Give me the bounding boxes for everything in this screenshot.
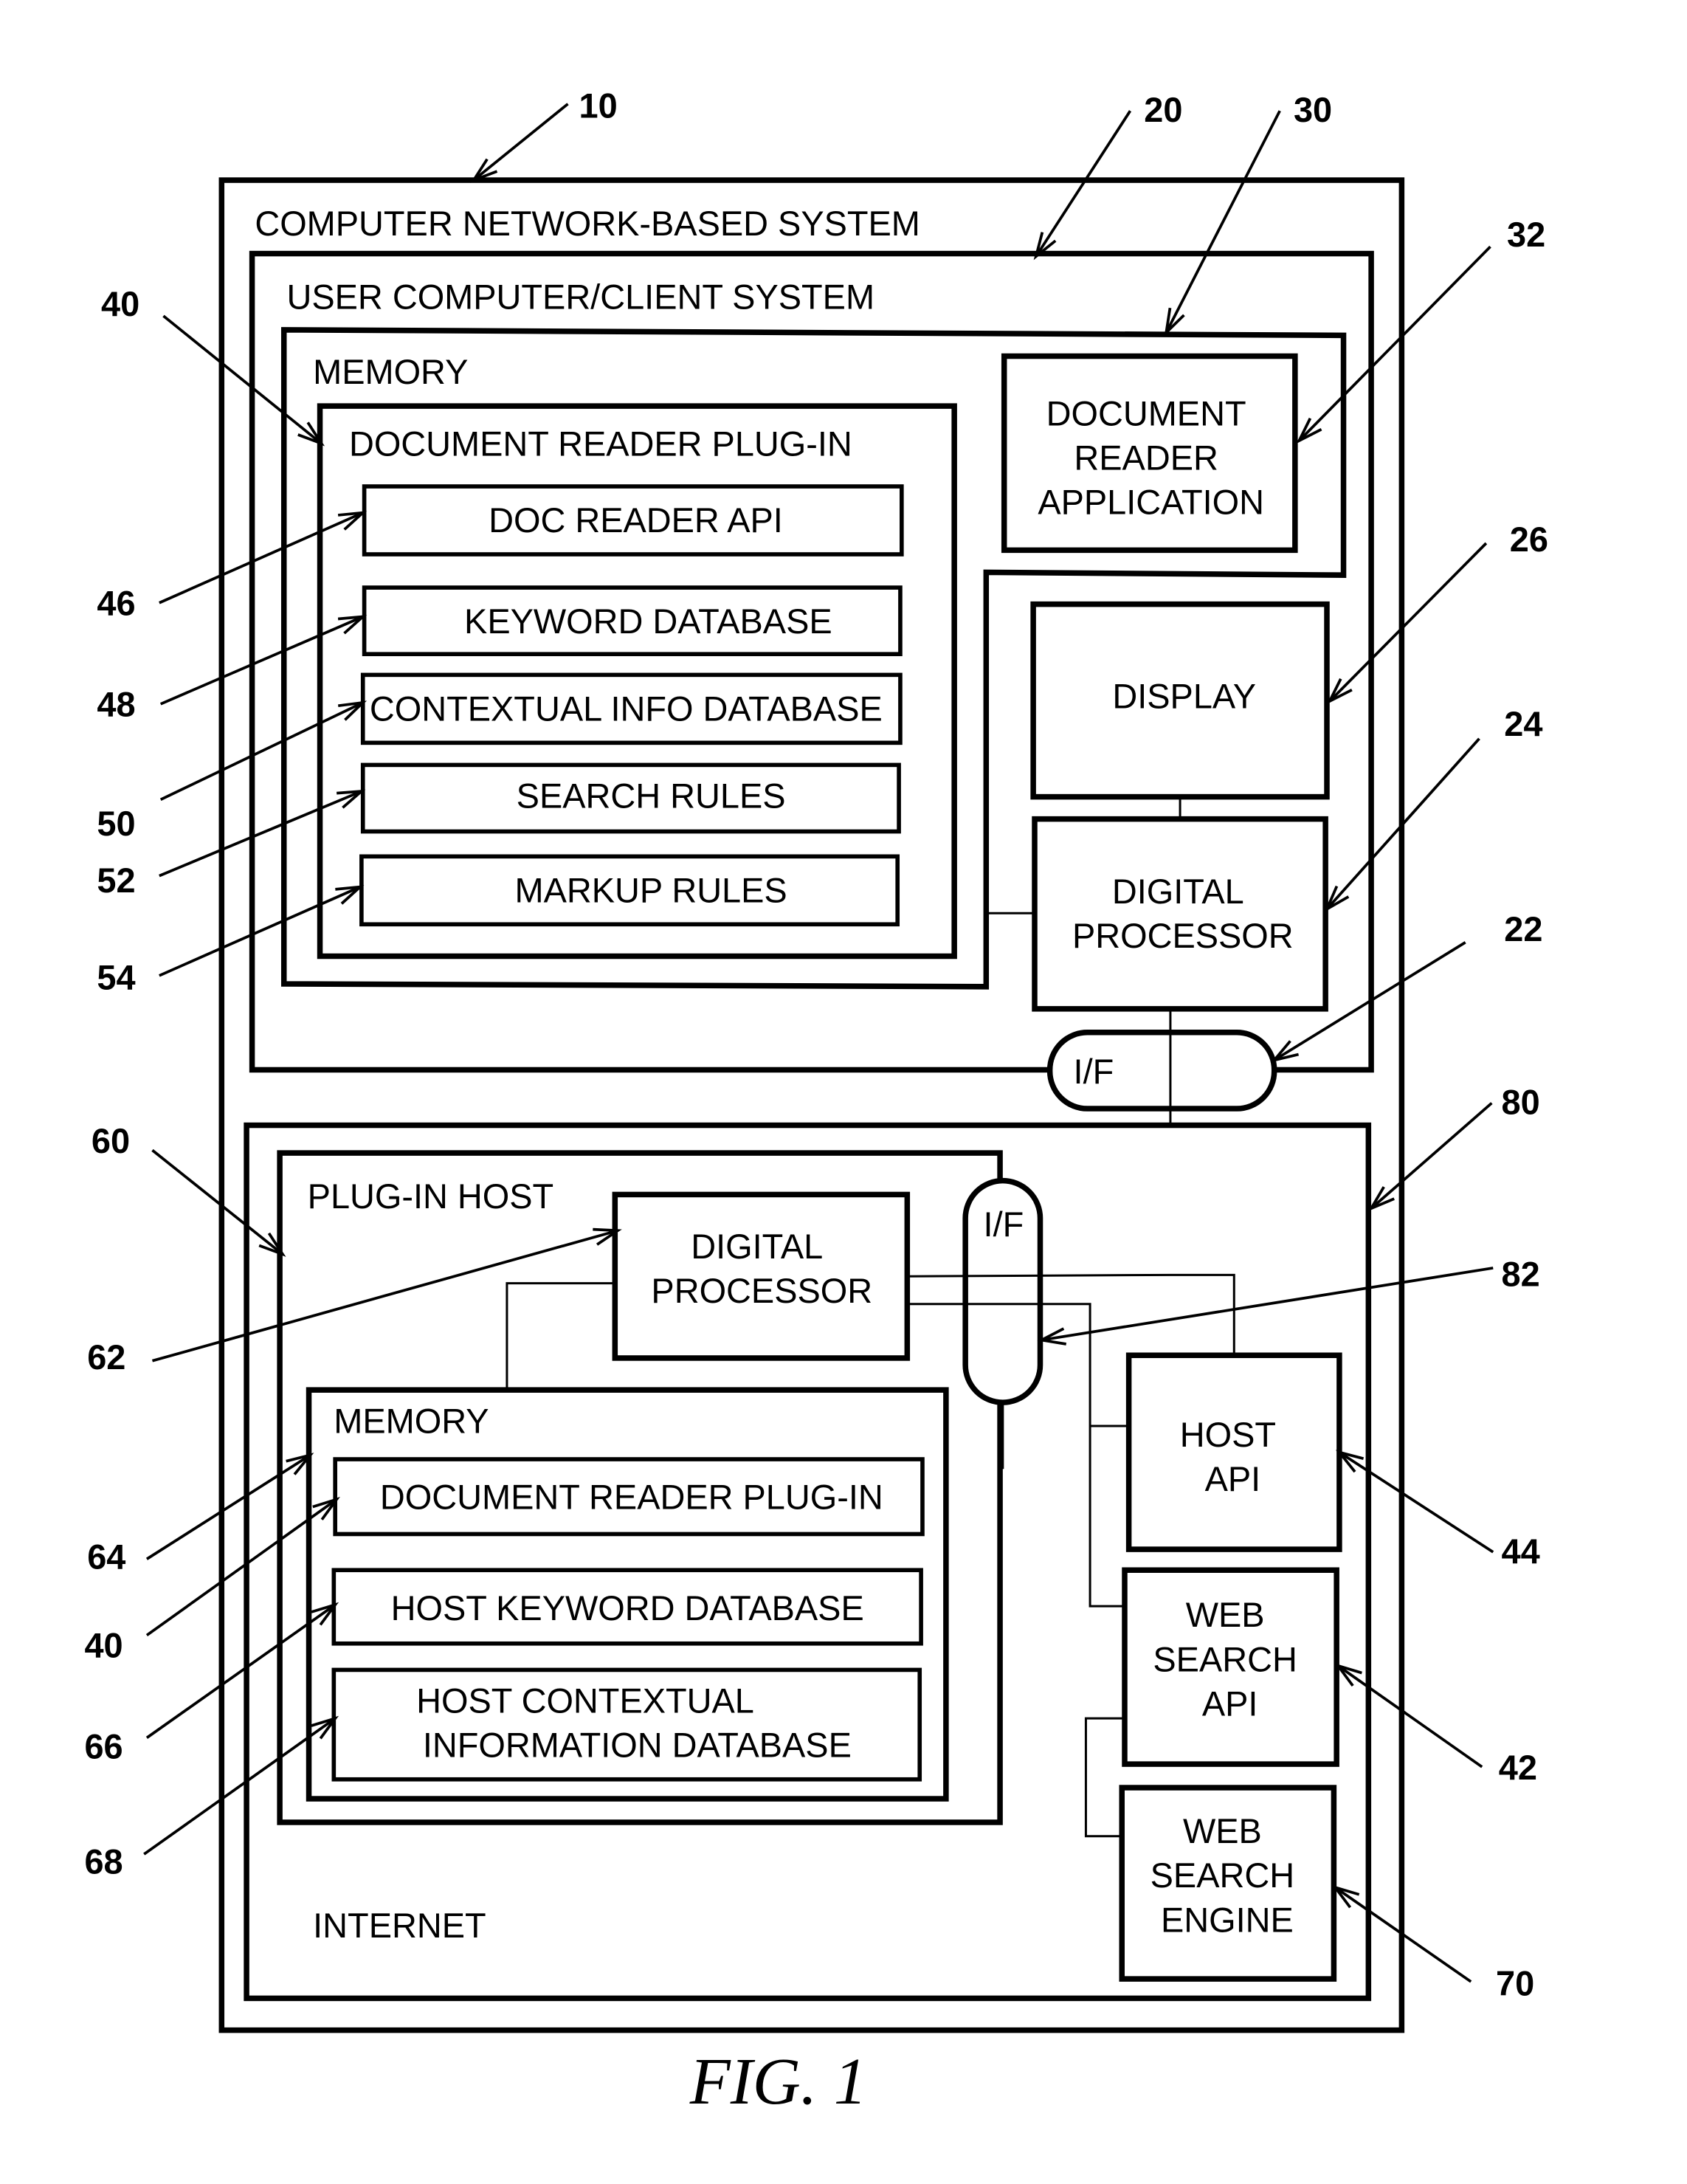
host-memory-label: MEMORY <box>334 1402 489 1440</box>
ref-numeral: 66 <box>84 1728 123 1766</box>
ref-numeral: 48 <box>97 686 135 724</box>
ref-numeral: 82 <box>1502 1255 1540 1293</box>
ref-numeral: 60 <box>92 1122 130 1160</box>
client-memory-label: MEMORY <box>313 353 468 391</box>
client-interface-label: I/F <box>1074 1053 1114 1091</box>
client-system-label: USER COMPUTER/CLIENT SYSTEM <box>287 278 875 317</box>
leader-line <box>472 103 569 182</box>
host-memory-items: DOCUMENT READER PLUG-IN HOST KEYWORD DAT… <box>331 1457 925 1782</box>
plugin-host-label: PLUG-IN HOST <box>308 1177 554 1216</box>
plugin-items: DOC READER API KEYWORD DATABASE CONTEXTU… <box>359 484 904 927</box>
plugin-item-label: SEARCH RULES <box>517 777 786 816</box>
display-label: DISPLAY <box>1112 677 1256 715</box>
ref-numeral: 40 <box>101 285 139 323</box>
plugin-item-label: MARKUP RULES <box>515 871 787 909</box>
ref-numeral: 80 <box>1502 1084 1540 1122</box>
ref-numeral: 30 <box>1294 91 1332 129</box>
ref-numeral: 10 <box>579 87 618 125</box>
ref-numeral: 54 <box>97 959 135 997</box>
ref-numeral: 46 <box>97 585 135 623</box>
ref-numeral: 62 <box>87 1338 125 1377</box>
ref-numeral: 20 <box>1144 91 1182 129</box>
ref-numeral: 64 <box>87 1537 125 1576</box>
ref-numeral: 22 <box>1504 910 1542 948</box>
host-interface-label: I/F <box>984 1205 1024 1244</box>
ref-numeral: 52 <box>97 861 135 900</box>
ref-numeral: 44 <box>1502 1532 1540 1571</box>
patent-figure: COMPUTER NETWORK-BASED SYSTEM USER COMPU… <box>84 87 1548 2119</box>
ref-numeral: 32 <box>1507 216 1545 254</box>
plugin-label: DOCUMENT READER PLUG-IN <box>349 425 852 464</box>
ref-numeral: 70 <box>1496 1965 1534 2003</box>
ref-numeral: 42 <box>1499 1749 1537 1787</box>
ref-numeral: 50 <box>97 805 135 843</box>
ref-numeral: 26 <box>1510 520 1548 559</box>
plugin-item-label: DOC READER API <box>489 501 783 540</box>
plugin-item-label: KEYWORD DATABASE <box>464 602 832 641</box>
system-label: COMPUTER NETWORK-BASED SYSTEM <box>255 204 920 243</box>
internet-label: INTERNET <box>313 1906 486 1945</box>
figure-caption: FIG. 1 <box>689 2045 867 2118</box>
ref-numeral: 24 <box>1504 705 1542 743</box>
client-processor-box <box>1032 816 1328 1012</box>
host-memory-item-label: DOCUMENT READER PLUG-IN <box>380 1478 883 1517</box>
ref-numeral: 40 <box>84 1627 123 1665</box>
host-memory-item-label: HOST KEYWORD DATABASE <box>391 1589 864 1627</box>
ref-numeral: 68 <box>84 1842 123 1881</box>
plugin-item-label: CONTEXTUAL INFO DATABASE <box>370 689 883 728</box>
